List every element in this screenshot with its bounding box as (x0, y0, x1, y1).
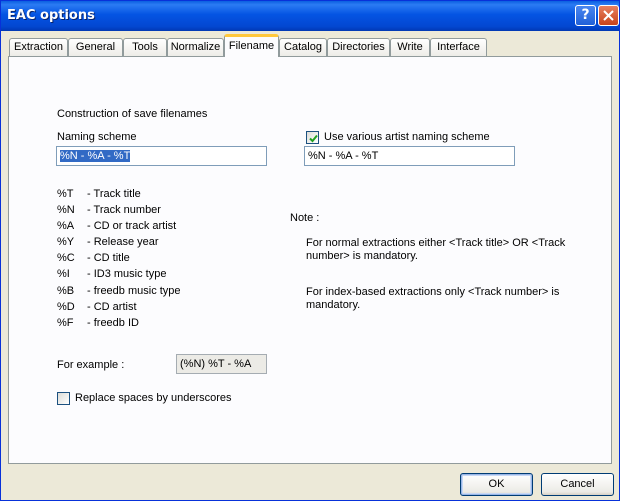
note-text: number> is mandatory. (306, 250, 418, 262)
legend-desc: - Track title (87, 188, 141, 200)
eac-options-window: EAC options ? Extraction General Tools N… (0, 0, 620, 501)
tab-filename[interactable]: Filename (224, 34, 279, 57)
naming-scheme-input[interactable]: %N - %A - %T (56, 146, 267, 166)
section-title: Construction of save filenames (57, 108, 208, 120)
legend-desc: - freedb ID (87, 317, 139, 329)
various-artist-checkbox[interactable] (306, 131, 319, 144)
various-artist-scheme-input[interactable]: %N - %A - %T (304, 146, 515, 166)
example-label: For example : (57, 359, 125, 371)
legend-item: %Y - Release year (57, 236, 159, 248)
legend-code: %Y (57, 236, 75, 248)
example-output: (%N) %T - %A (176, 354, 267, 374)
legend-desc: - CD artist (87, 301, 137, 313)
replace-spaces-label: Replace spaces by underscores (75, 392, 232, 404)
legend-desc: - Track number (87, 204, 161, 216)
filename-panel: Construction of save filenames Naming sc… (8, 56, 612, 464)
naming-scheme-value: %N - %A - %T (60, 150, 131, 162)
legend-item: %N - Track number (57, 204, 161, 216)
legend-code: %N (57, 204, 75, 216)
legend-item: %A - CD or track artist (57, 220, 176, 232)
legend-item: %I - ID3 music type (57, 268, 166, 280)
replace-spaces-checkbox[interactable] (57, 392, 70, 405)
tab-catalog[interactable]: Catalog (279, 38, 327, 57)
legend-desc: - freedb music type (87, 285, 181, 297)
tab-normalize[interactable]: Normalize (167, 38, 224, 57)
note-text: mandatory. (306, 299, 361, 311)
naming-scheme-label: Naming scheme (57, 131, 137, 143)
checkmark-icon (309, 134, 318, 143)
note-text: For index-based extractions only <Track … (306, 286, 560, 298)
tab-extraction[interactable]: Extraction (9, 38, 68, 57)
legend-desc: - ID3 music type (87, 268, 167, 280)
tab-interface[interactable]: Interface (430, 38, 487, 57)
tab-general[interactable]: General (68, 38, 123, 57)
legend-desc: - CD title (87, 252, 130, 264)
note-text: For normal extractions either <Track tit… (306, 237, 566, 249)
legend-item: %F - freedb ID (57, 317, 139, 329)
legend-item: %T - Track title (57, 188, 141, 200)
various-artist-scheme-value: %N - %A - %T (308, 150, 379, 162)
legend-code: %A (57, 220, 75, 232)
legend-item: %D - CD artist (57, 301, 137, 313)
tab-tools[interactable]: Tools (123, 38, 167, 57)
tab-directories[interactable]: Directories (327, 38, 390, 57)
title-bar[interactable]: EAC options ? (1, 1, 619, 31)
window-title: EAC options (7, 8, 95, 23)
legend-desc: - Release year (87, 236, 159, 248)
help-button[interactable]: ? (575, 5, 596, 26)
legend-code: %C (57, 252, 75, 264)
close-icon (603, 10, 614, 21)
legend-desc: - CD or track artist (87, 220, 177, 232)
close-button[interactable] (598, 5, 619, 26)
legend-code: %T (57, 188, 74, 200)
various-artist-label: Use various artist naming scheme (324, 131, 490, 143)
legend-code: %F (57, 317, 74, 329)
cancel-button[interactable]: Cancel (541, 473, 614, 496)
legend-item: %C - CD title (57, 252, 130, 264)
legend-code: %D (57, 301, 75, 313)
legend-code: %B (57, 285, 75, 297)
tab-write[interactable]: Write (390, 38, 430, 57)
legend-code: %I (57, 268, 70, 280)
note-title: Note : (290, 212, 320, 224)
ok-button[interactable]: OK (460, 473, 533, 496)
legend-item: %B - freedb music type (57, 285, 181, 297)
